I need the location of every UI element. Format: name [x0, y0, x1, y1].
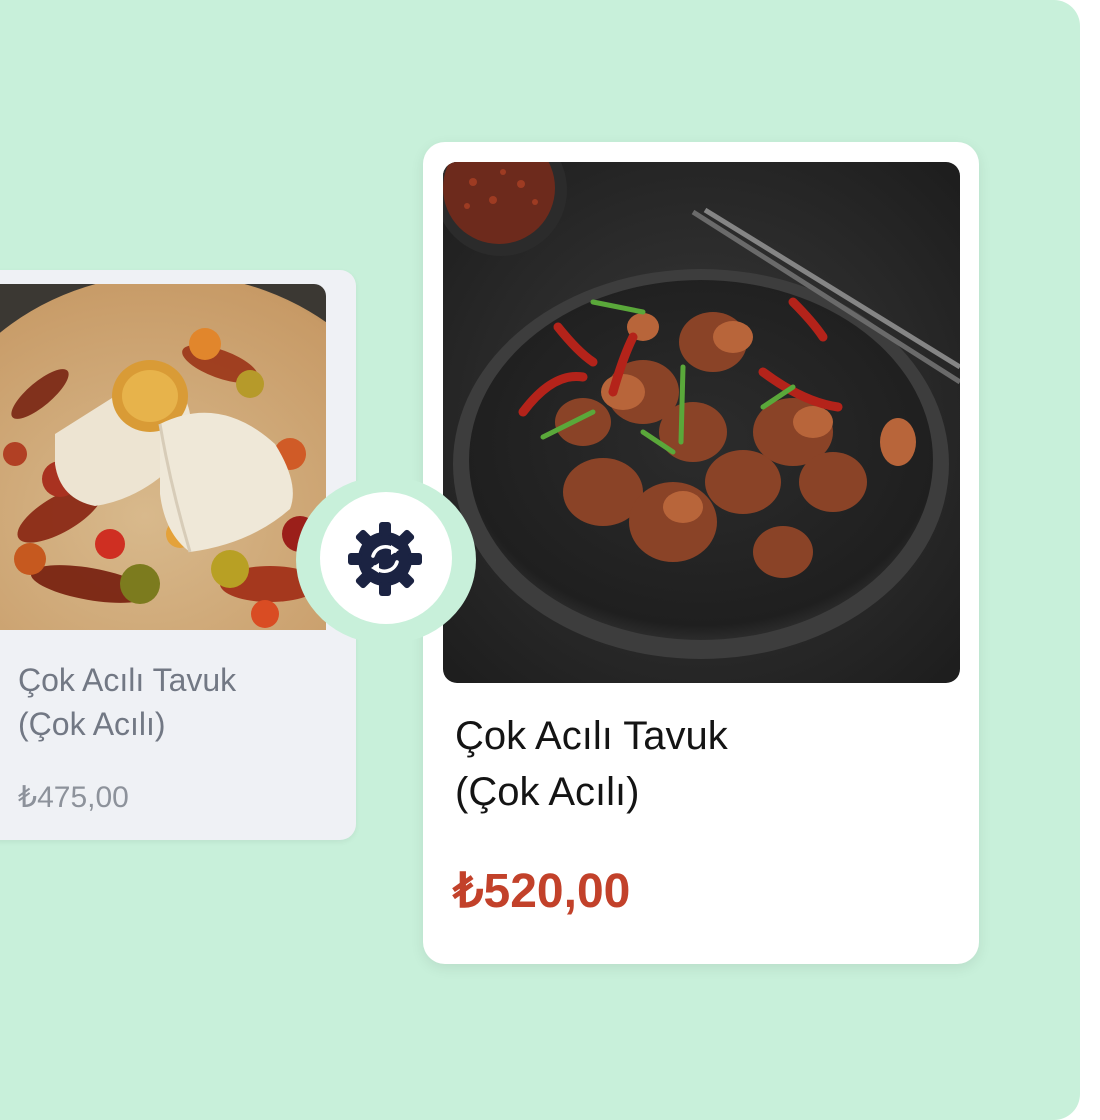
- new-product-name: Çok Acılı Tavuk (Çok Acılı): [455, 708, 935, 820]
- new-product-name-line1: Çok Acılı Tavuk: [455, 714, 728, 758]
- old-product-photo: [0, 284, 326, 630]
- burrito-plate-image: [0, 284, 326, 630]
- old-product-name-line2: (Çok Acılı): [18, 706, 166, 742]
- new-product-photo: [443, 162, 960, 683]
- old-product-price: ₺475,00: [18, 781, 129, 814]
- gear-sync-icon: [348, 522, 422, 596]
- new-product-name-line2: (Çok Acılı): [455, 770, 640, 814]
- new-product-card[interactable]: Çok Acılı Tavuk (Çok Acılı) ₺520,00: [423, 142, 979, 964]
- old-product-name-line1: Çok Acılı Tavuk: [18, 662, 237, 698]
- spicy-chicken-plate-image: [443, 162, 960, 683]
- new-product-price: ₺520,00: [453, 865, 631, 918]
- canvas: Çok Acılı Tavuk (Çok Acılı) ₺475,00 Çok …: [0, 0, 1080, 1120]
- old-product-name: Çok Acılı Tavuk (Çok Acılı): [18, 658, 318, 746]
